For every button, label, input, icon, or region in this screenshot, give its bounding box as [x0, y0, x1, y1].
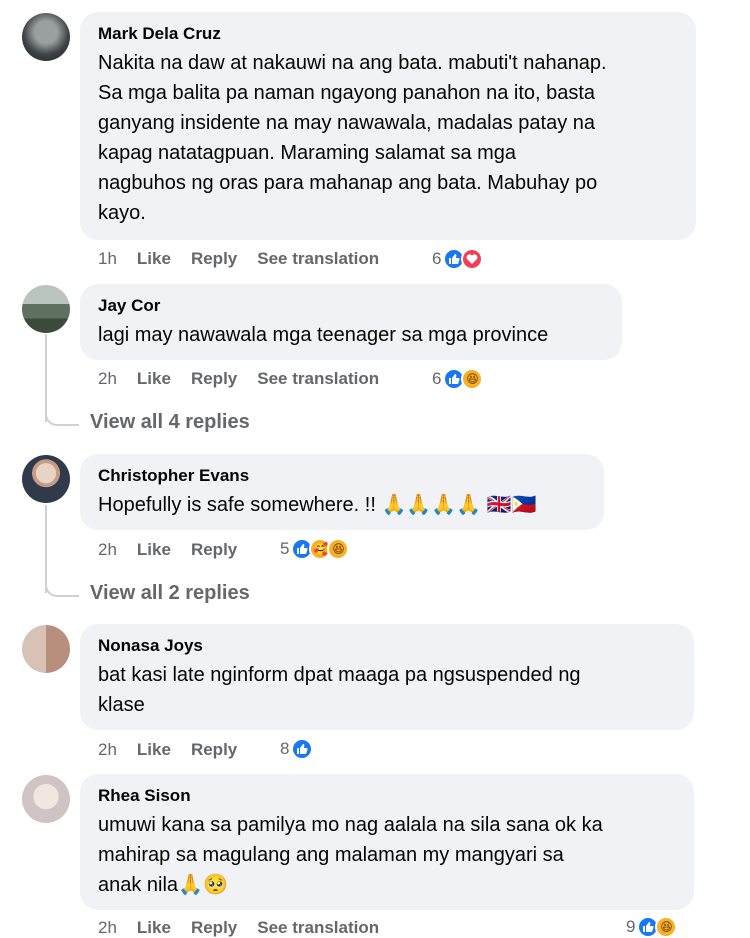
see-translation-link[interactable]: See translation — [257, 918, 379, 938]
view-replies-link[interactable]: View all 4 replies — [90, 411, 250, 434]
reply-button[interactable]: Reply — [191, 540, 237, 560]
comment-time[interactable]: 2h — [98, 369, 117, 389]
comment-time[interactable]: 1h — [98, 249, 117, 269]
comment-author[interactable]: Jay Cor — [98, 296, 604, 316]
comment-bubble: Christopher Evans Hopefully is safe some… — [80, 454, 604, 530]
reaction-summary[interactable]: 6 😆 — [432, 368, 484, 390]
thread-connector — [45, 412, 79, 426]
comment-author[interactable]: Nonasa Joys — [98, 636, 676, 656]
comment-text: bat kasi late nginform dpat maaga pa ngs… — [98, 664, 581, 716]
comment-author[interactable]: Rhea Sison — [98, 786, 676, 806]
comment-actions: 2h Like Reply See translation — [98, 918, 399, 938]
like-button[interactable]: Like — [137, 369, 171, 389]
avatar[interactable] — [22, 455, 70, 503]
reaction-count: 5 — [280, 539, 290, 558]
thread-line — [45, 505, 47, 593]
reply-button[interactable]: Reply — [191, 369, 237, 389]
reaction-summary[interactable]: 5 🥰 😆 — [280, 538, 350, 560]
heart-icon — [461, 248, 484, 270]
comment-actions: 2h Like Reply — [98, 740, 257, 760]
view-replies-link[interactable]: View all 2 replies — [90, 582, 250, 605]
like-button[interactable]: Like — [137, 249, 171, 269]
reaction-summary[interactable]: 9 😆 — [626, 916, 678, 938]
like-button[interactable]: Like — [137, 918, 171, 938]
reply-button[interactable]: Reply — [191, 740, 237, 760]
avatar[interactable] — [22, 285, 70, 333]
like-button[interactable]: Like — [137, 740, 171, 760]
comment-bubble: Rhea Sison umuwi kana sa pamilya mo nag … — [80, 774, 694, 910]
see-translation-link[interactable]: See translation — [257, 249, 379, 269]
comment-bubble: Nonasa Joys bat kasi late nginform dpat … — [80, 624, 694, 730]
comment-text: Nakita na daw at nakauwi na ang bata. ma… — [98, 52, 607, 224]
reaction-count: 8 — [280, 739, 290, 758]
thread-line — [45, 334, 47, 422]
comment-bubble: Jay Cor lagi may nawawala mga teenager s… — [80, 284, 622, 360]
comment-time[interactable]: 2h — [98, 918, 117, 938]
thumbs-up-icon — [291, 738, 314, 760]
comment-time[interactable]: 2h — [98, 540, 117, 560]
avatar[interactable] — [22, 13, 70, 61]
laughing-face-icon: 😆 — [461, 368, 484, 390]
laughing-face-icon: 😆 — [327, 538, 350, 560]
comment-actions: 1h Like Reply See translation — [98, 249, 399, 269]
reaction-count: 6 — [432, 249, 442, 268]
reaction-count: 9 — [626, 917, 636, 936]
avatar[interactable] — [22, 775, 70, 823]
reply-button[interactable]: Reply — [191, 918, 237, 938]
reaction-count: 6 — [432, 369, 442, 388]
comment-author[interactable]: Mark Dela Cruz — [98, 24, 678, 44]
comment-actions: 2h Like Reply — [98, 540, 257, 560]
comment-actions: 2h Like Reply See translation — [98, 369, 399, 389]
laughing-face-icon: 😆 — [655, 916, 678, 938]
reply-button[interactable]: Reply — [191, 249, 237, 269]
avatar[interactable] — [22, 625, 70, 673]
comment-text: Hopefully is safe somewhere. !! 🙏🙏🙏🙏 🇬🇧🇵… — [98, 494, 537, 516]
comment-author[interactable]: Christopher Evans — [98, 466, 586, 486]
like-button[interactable]: Like — [137, 540, 171, 560]
reaction-summary[interactable]: 6 — [432, 248, 484, 270]
comment-text: lagi may nawawala mga teenager sa mga pr… — [98, 324, 549, 346]
see-translation-link[interactable]: See translation — [257, 369, 379, 389]
comment-time[interactable]: 2h — [98, 740, 117, 760]
comment-bubble: Mark Dela Cruz Nakita na daw at nakauwi … — [80, 12, 696, 240]
thread-connector — [45, 583, 79, 597]
reaction-summary[interactable]: 8 — [280, 738, 314, 760]
comment-text: umuwi kana sa pamilya mo nag aalala na s… — [98, 814, 603, 896]
